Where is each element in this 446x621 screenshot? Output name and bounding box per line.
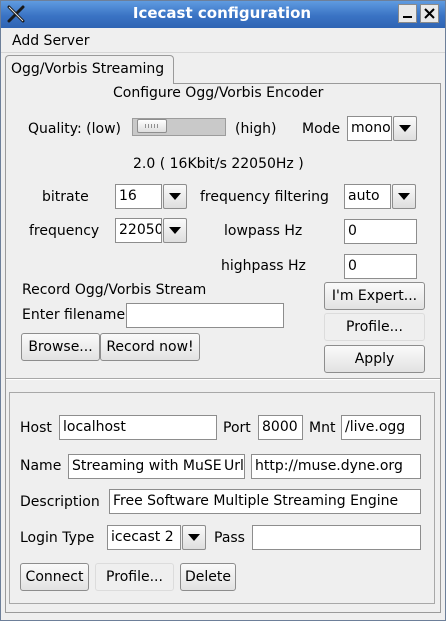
encoder-info: 2.0 ( 16Kbit/s 22050Hz ): [133, 156, 304, 172]
quality-low-label: Quality: (low): [28, 121, 122, 137]
im-expert-button[interactable]: I'm Expert...: [324, 282, 425, 310]
bitrate-select[interactable]: 16: [115, 184, 162, 209]
name-label: Name: [20, 458, 62, 474]
login-type-label: Login Type: [20, 530, 95, 546]
chevron-down-icon: [399, 125, 411, 132]
delete-button[interactable]: Delete: [180, 563, 236, 591]
host-input[interactable]: localhost: [59, 415, 217, 440]
minimize-icon[interactable]: [398, 4, 417, 23]
mode-label: Mode: [302, 121, 341, 137]
chevron-down-icon: [398, 193, 410, 200]
description-input[interactable]: Free Software Multiple Streaming Engine: [109, 489, 421, 514]
quality-high-label: (high): [235, 121, 277, 137]
url-label: Url: [224, 458, 244, 474]
bitrate-dropdown-arrow[interactable]: [163, 184, 187, 209]
tab-ogg-vorbis[interactable]: Ogg/Vorbis Streaming: [5, 55, 174, 84]
frequency-dropdown-arrow[interactable]: [163, 218, 187, 243]
encoder-profile-button[interactable]: Profile...: [324, 313, 425, 341]
filename-label: Enter filename: [22, 307, 126, 323]
freq-filter-dropdown-arrow[interactable]: [392, 184, 416, 209]
freq-filter-select[interactable]: auto: [344, 184, 391, 209]
port-input[interactable]: 8000: [258, 415, 303, 440]
connect-button[interactable]: Connect: [20, 563, 89, 591]
record-now-button[interactable]: Record now!: [100, 333, 200, 361]
pass-input[interactable]: [252, 525, 421, 550]
chevron-down-icon: [169, 227, 181, 234]
name-input[interactable]: Streaming with MuSE: [68, 454, 245, 479]
frequency-select[interactable]: 22050: [115, 218, 162, 243]
server-profile-button[interactable]: Profile...: [95, 563, 174, 591]
filename-input[interactable]: [126, 303, 284, 328]
mode-dropdown-arrow[interactable]: [393, 116, 417, 141]
freq-filter-label: frequency filtering: [200, 189, 329, 205]
chevron-down-icon: [169, 193, 181, 200]
window-title: Icecast configuration: [132, 4, 312, 22]
login-type-dropdown-arrow[interactable]: [182, 525, 206, 550]
login-type-select[interactable]: icecast 2: [107, 525, 181, 550]
section-divider: [6, 378, 440, 380]
host-label: Host: [20, 420, 52, 436]
browse-button[interactable]: Browse...: [21, 333, 100, 361]
menu-add-server[interactable]: Add Server: [12, 33, 89, 49]
record-heading: Record Ogg/Vorbis Stream: [22, 282, 207, 298]
mode-select[interactable]: mono: [347, 116, 392, 141]
highpass-label: highpass Hz: [221, 258, 306, 274]
encoder-heading: Configure Ogg/Vorbis Encoder: [113, 85, 324, 101]
mnt-label: Mnt: [309, 420, 336, 436]
quality-slider-thumb[interactable]: [137, 119, 167, 133]
lowpass-label: lowpass Hz: [224, 223, 303, 239]
port-label: Port: [223, 420, 251, 436]
pass-label: Pass: [214, 530, 245, 546]
chevron-down-icon: [188, 534, 200, 541]
apply-button[interactable]: Apply: [324, 345, 425, 373]
frequency-label: frequency: [29, 223, 100, 239]
url-input[interactable]: http://muse.dyne.org: [251, 454, 421, 479]
mnt-input[interactable]: /live.ogg: [341, 415, 421, 440]
close-icon[interactable]: [420, 4, 439, 23]
lowpass-input[interactable]: 0: [344, 219, 417, 244]
highpass-input[interactable]: 0: [344, 254, 417, 279]
bitrate-label: bitrate: [42, 189, 89, 205]
description-label: Description: [20, 494, 100, 510]
